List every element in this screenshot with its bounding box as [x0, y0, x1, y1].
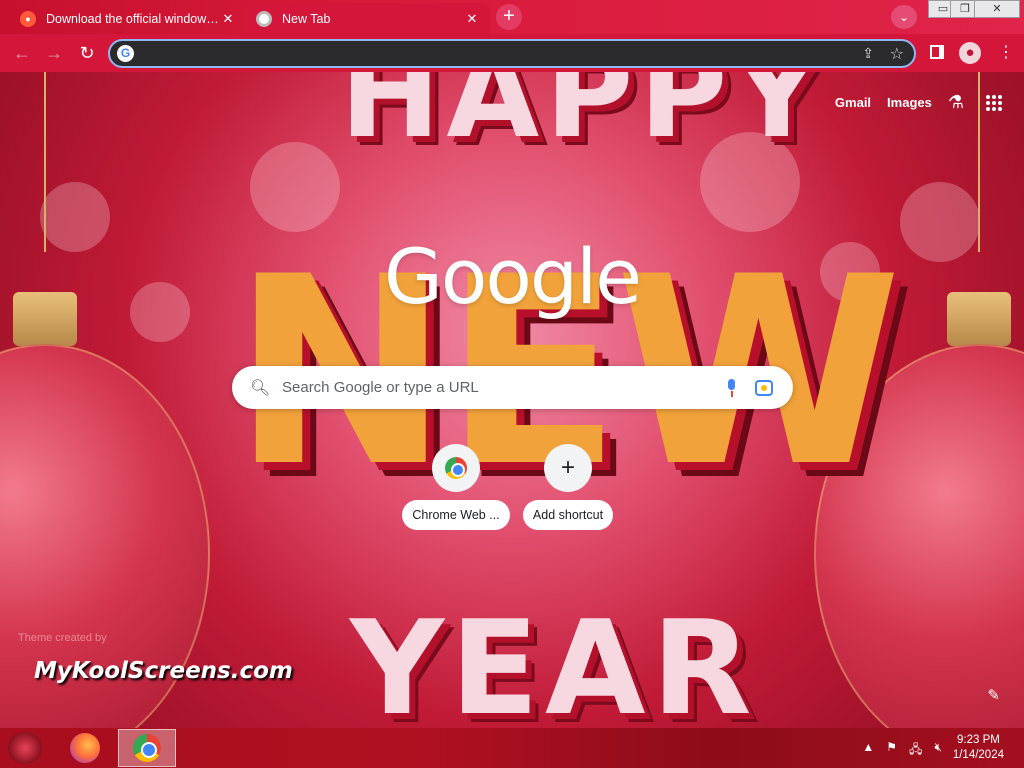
google-icon: G [117, 45, 134, 62]
new-tab-button[interactable]: + [496, 4, 522, 30]
side-panel-icon[interactable] [930, 45, 944, 59]
voice-search-mic-icon[interactable] [721, 377, 743, 399]
google-apps-icon[interactable] [986, 94, 1002, 111]
customize-pencil-icon[interactable]: ✎ [987, 686, 1000, 704]
google-lens-camera-icon[interactable] [755, 379, 773, 396]
plus-icon: + [560, 454, 575, 481]
labs-flask-icon[interactable]: ⚗ [948, 92, 964, 113]
bokeh-decoration [250, 142, 340, 232]
tab-new-tab[interactable]: New Tab ✕ [246, 3, 490, 34]
share-icon[interactable]: ⇪ [862, 45, 874, 62]
close-window-button[interactable]: ✕ [974, 0, 1020, 18]
ntp-top-links: Gmail Images ⚗ [835, 92, 1002, 113]
shortcut-label: Add shortcut [522, 500, 614, 530]
browser-titlebar: ● Download the official windows 7 ✕ New … [0, 0, 1024, 34]
bookmark-star-icon[interactable]: ☆ [890, 44, 904, 64]
menu-kebab-icon[interactable]: ⋮ [998, 42, 1014, 62]
reload-button[interactable]: ↻ [74, 40, 100, 66]
shortcut-icon-circle: + [544, 444, 592, 492]
search-icon: 🔍︎ [250, 379, 271, 397]
theme-credit[interactable]: Theme created by [18, 632, 107, 644]
tab-close-icon[interactable]: ✕ [464, 11, 480, 27]
back-button[interactable]: ← [9, 40, 35, 66]
browser-toolbar: ← → ↻ G ⇪ ☆ ● ⋮ [0, 34, 1024, 72]
chrome-icon [133, 734, 161, 762]
clock-time: 9:23 PM [957, 734, 1000, 746]
show-hidden-icons-arrow-icon[interactable]: ▲ [862, 740, 874, 761]
clock-date: 1/14/2024 [952, 749, 1004, 761]
search-input[interactable] [282, 379, 721, 396]
chrome-icon [256, 10, 272, 27]
action-center-flag-icon[interactable]: ⚑ [886, 740, 897, 761]
tab-search-button[interactable]: ⌄ [891, 5, 917, 29]
taskbar-clock[interactable]: 9:23 PM 1/14/2024 [953, 733, 1004, 763]
volume-muted-icon[interactable]: 🔇︎ [934, 740, 942, 761]
google-logo: Google [383, 232, 642, 321]
images-link[interactable]: Images [887, 95, 932, 110]
gmail-link[interactable]: Gmail [835, 95, 871, 110]
system-tray: ▲ ⚑ 🖧︎ 🔇︎ [862, 740, 942, 761]
firefox-icon [70, 733, 100, 763]
year-decoration: YEAR [350, 592, 758, 728]
address-bar[interactable]: G ⇪ ☆ [108, 39, 916, 68]
shortcut-chrome-web-store[interactable]: Chrome Web ... [400, 444, 512, 530]
new-tab-page: HAPPY NEW YEAR Gmail Images ⚗ Google 🔍︎ … [0, 72, 1024, 728]
tab-title: New Tab [282, 11, 331, 26]
theme-brand[interactable]: MyKoolScreens.com [34, 658, 293, 684]
windows-taskbar: ▲ ⚑ 🖧︎ 🔇︎ 9:23 PM 1/14/2024 [0, 728, 1024, 768]
profile-avatar[interactable]: ● [959, 42, 981, 64]
tab-title: Download the official windows 7 [46, 11, 220, 26]
taskbar-firefox[interactable] [56, 729, 114, 767]
shortcut-label: Chrome Web ... [402, 500, 510, 530]
shortcut-icon-circle [432, 444, 480, 492]
start-button[interactable] [8, 732, 42, 764]
reddit-icon: ● [20, 10, 36, 27]
taskbar-chrome[interactable] [118, 729, 176, 767]
tab-download-windows7[interactable]: ● Download the official windows 7 ✕ [10, 3, 246, 34]
tab-close-icon[interactable]: ✕ [220, 11, 236, 27]
shortcut-add[interactable]: + Add shortcut [512, 444, 624, 530]
ornament-string [44, 72, 46, 252]
forward-button[interactable]: → [41, 40, 67, 66]
happy-decoration: HAPPY [340, 72, 827, 165]
ntp-search-box[interactable]: 🔍︎ [232, 366, 793, 409]
network-icon[interactable]: 🖧︎ [909, 740, 922, 761]
chrome-web-store-icon [445, 457, 467, 479]
